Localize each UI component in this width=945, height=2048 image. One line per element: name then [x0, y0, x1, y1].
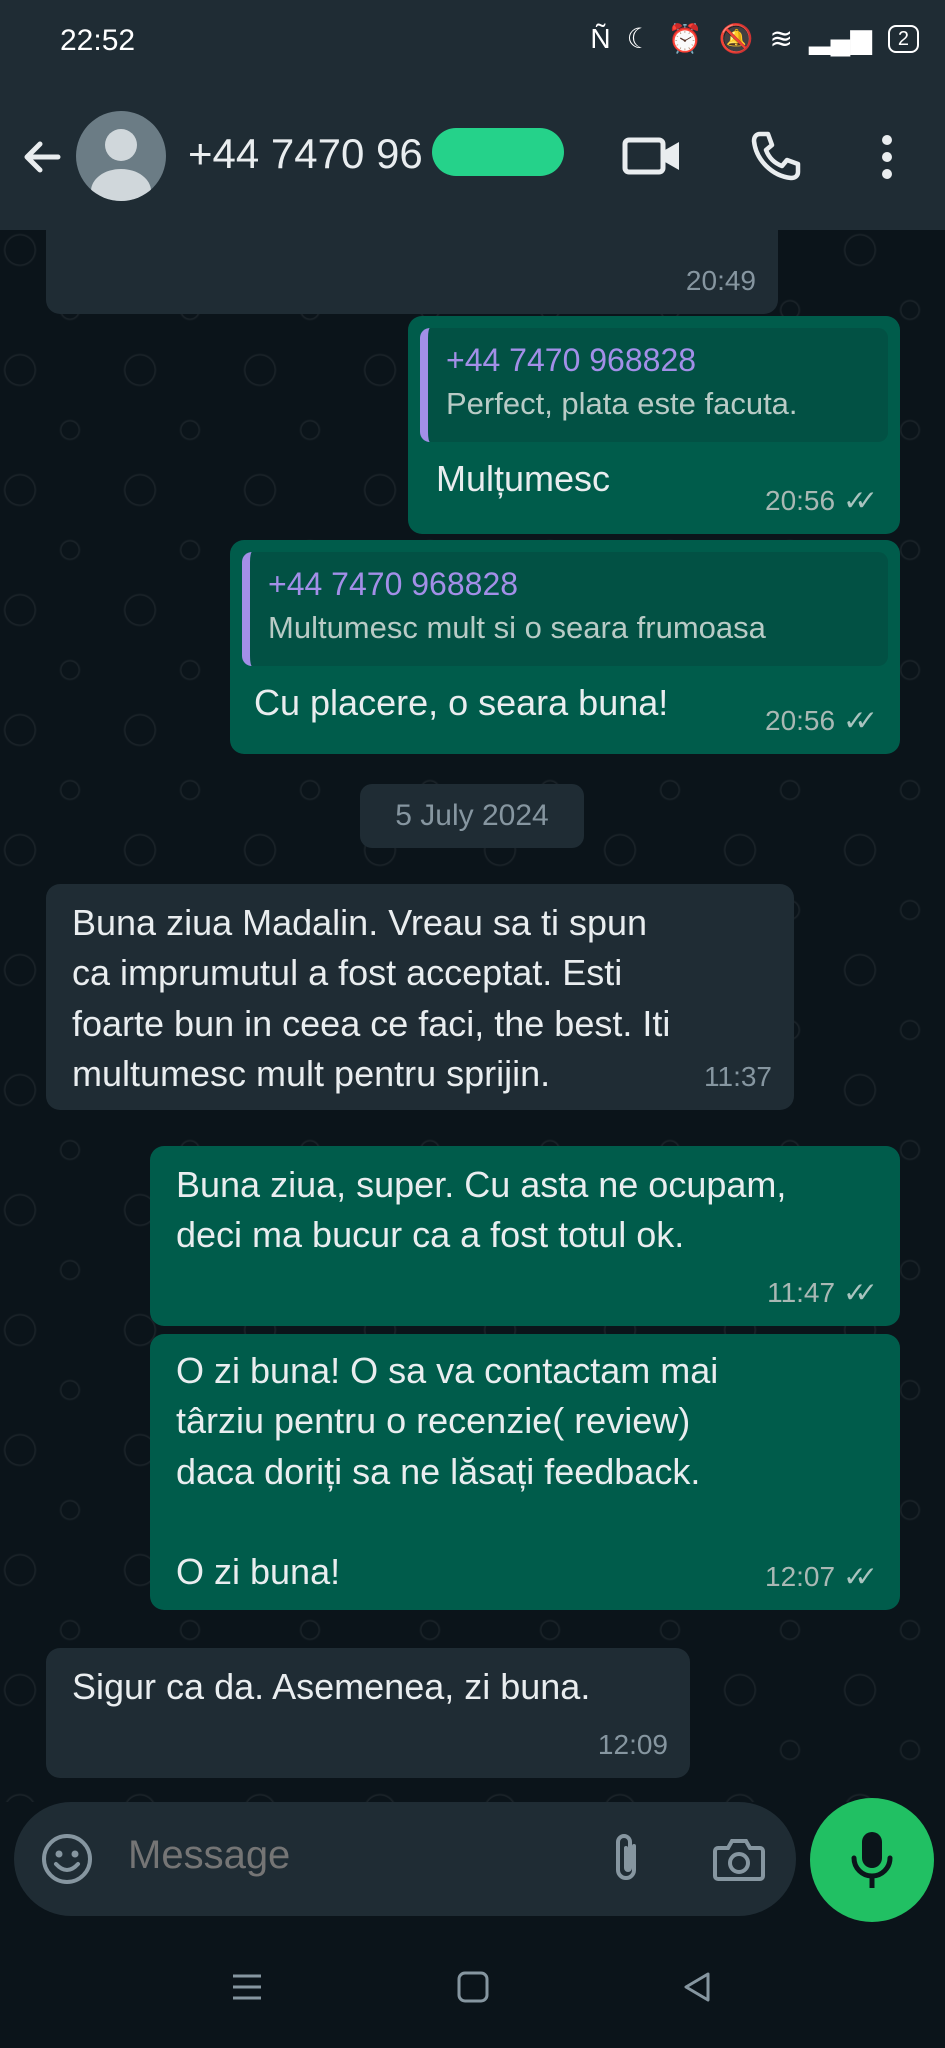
back-nav-icon[interactable]: [680, 1970, 714, 2004]
quoted-message[interactable]: +44 7470 968828 Perfect, plata este facu…: [420, 328, 888, 442]
message-meta: 12:09: [598, 1725, 668, 1764]
menu-nav-icon[interactable]: [230, 1970, 264, 2004]
avatar[interactable]: [76, 111, 166, 201]
home-nav-icon[interactable]: [456, 1970, 490, 2004]
double-check-icon: ✓✓: [843, 704, 878, 736]
video-call-icon[interactable]: [622, 136, 682, 176]
message-line: O zi buna!: [176, 1551, 341, 1593]
message-line: Buna ziua, super. Cu asta ne ocupam,: [176, 1164, 787, 1205]
message-line: deci ma bucur ca a fost totul ok.: [176, 1214, 685, 1256]
mic-button[interactable]: [810, 1798, 934, 1922]
quote-author: +44 7470 968828: [268, 566, 519, 602]
status-bar: 22:52 Ñ ☾ ⏰ 🔕 ≋ ▂▄▆ 2: [0, 0, 945, 84]
message-meta: 20:56 ✓✓: [765, 481, 878, 520]
message-line: Buna ziua Madalin. Vreau sa ti spun: [72, 902, 648, 943]
moon-icon: ☾: [626, 23, 652, 54]
quoted-message[interactable]: +44 7470 968828 Multumesc mult si o sear…: [242, 552, 888, 666]
message-time: 12:09: [597, 1728, 668, 1760]
message-composer[interactable]: [14, 1802, 796, 1916]
message-text: Mulțumesc: [436, 458, 611, 499]
phone-icon[interactable]: [750, 130, 802, 182]
message-text: Buna ziua, super. Cu asta ne ocupam, dec…: [176, 1160, 786, 1261]
message-meta: 11:37: [704, 1057, 772, 1096]
message-text: Cu placere, o seara buna!: [254, 682, 669, 723]
mute-icon: 🔕: [718, 23, 754, 54]
message-text: O zi buna! O sa va contactam mai târziu …: [176, 1346, 718, 1598]
message-line: [176, 1497, 718, 1547]
redaction-mark: [432, 128, 564, 176]
message-line: O zi buna! O sa va contactam mai: [176, 1350, 719, 1391]
message-outgoing[interactable]: O zi buna! O sa va contactam mai târziu …: [150, 1334, 900, 1610]
system-nav-bar: [0, 1930, 945, 2048]
person-icon: [91, 129, 151, 201]
mic-icon: [851, 1832, 893, 1888]
double-check-icon: ✓✓: [843, 484, 878, 516]
more-vertical-icon[interactable]: [875, 132, 899, 182]
message-time: 20:56: [765, 484, 836, 516]
double-check-icon: ✓✓: [843, 1560, 878, 1592]
status-icons: Ñ ☾ ⏰ 🔕 ≋ ▂▄▆ 2: [590, 22, 919, 55]
status-time: 22:52: [60, 24, 136, 57]
message-incoming[interactable]: 20:49: [46, 230, 778, 314]
message-text: Buna ziua Madalin. Vreau sa ti spun ca i…: [72, 898, 670, 1100]
message-line: târziu pentru o recenzie( review): [176, 1400, 691, 1442]
message-outgoing[interactable]: +44 7470 968828 Multumesc mult si o sear…: [230, 540, 900, 754]
message-meta: 12:07 ✓✓: [765, 1557, 878, 1596]
message-meta: 20:56 ✓✓: [765, 701, 878, 740]
alarm-icon: ⏰: [667, 23, 703, 54]
chat-header: +44 7470 96: [0, 84, 945, 230]
signal-icon: ▂▄▆: [808, 23, 872, 54]
quote-text: Perfect, plata este facuta.: [446, 385, 798, 421]
message-line: multumesc mult pentru sprijin.: [72, 1053, 551, 1095]
quote-author: +44 7470 968828: [446, 342, 697, 378]
message-meta: 20:49: [686, 261, 756, 300]
message-line: foarte bun in ceea ce faci, the best. It…: [72, 1002, 671, 1044]
message-text: Sigur ca da. Asemenea, zi buna.: [72, 1666, 591, 1707]
message-time: 12:07: [765, 1560, 836, 1592]
message-incoming[interactable]: Buna ziua Madalin. Vreau sa ti spun ca i…: [46, 884, 794, 1110]
message-time: 11:47: [767, 1276, 836, 1308]
chat-area[interactable]: 20:49 +44 7470 968828 Perfect, plata est…: [0, 230, 945, 1802]
back-arrow-icon[interactable]: [18, 132, 68, 182]
attach-icon[interactable]: [604, 1832, 650, 1886]
message-incoming[interactable]: Sigur ca da. Asemenea, zi buna. 12:09: [46, 1648, 690, 1778]
message-outgoing[interactable]: +44 7470 968828 Perfect, plata este facu…: [408, 316, 900, 534]
message-time: 20:56: [765, 704, 836, 736]
double-check-icon: ✓✓: [843, 1276, 878, 1308]
message-line: daca doriți sa ne lăsați feedback.: [176, 1450, 701, 1492]
message-time: 11:37: [704, 1060, 772, 1092]
nfc-icon: Ñ: [590, 22, 611, 54]
message-time: 20:49: [685, 264, 756, 296]
wifi-icon: ≋: [769, 23, 793, 54]
contact-name[interactable]: +44 7470 96: [188, 130, 423, 178]
battery-icon: 2: [887, 24, 919, 53]
message-input[interactable]: [126, 1832, 490, 1879]
camera-icon[interactable]: [712, 1836, 766, 1882]
quote-text: Multumesc mult si o seara frumoasa: [268, 609, 766, 645]
emoji-icon[interactable]: [40, 1832, 94, 1886]
message-outgoing[interactable]: Buna ziua, super. Cu asta ne ocupam, dec…: [150, 1146, 900, 1326]
date-divider: 5 July 2024: [360, 784, 584, 848]
message-line: ca imprumutul a fost acceptat. Esti: [72, 952, 623, 994]
message-meta: 11:47 ✓✓: [767, 1273, 878, 1312]
